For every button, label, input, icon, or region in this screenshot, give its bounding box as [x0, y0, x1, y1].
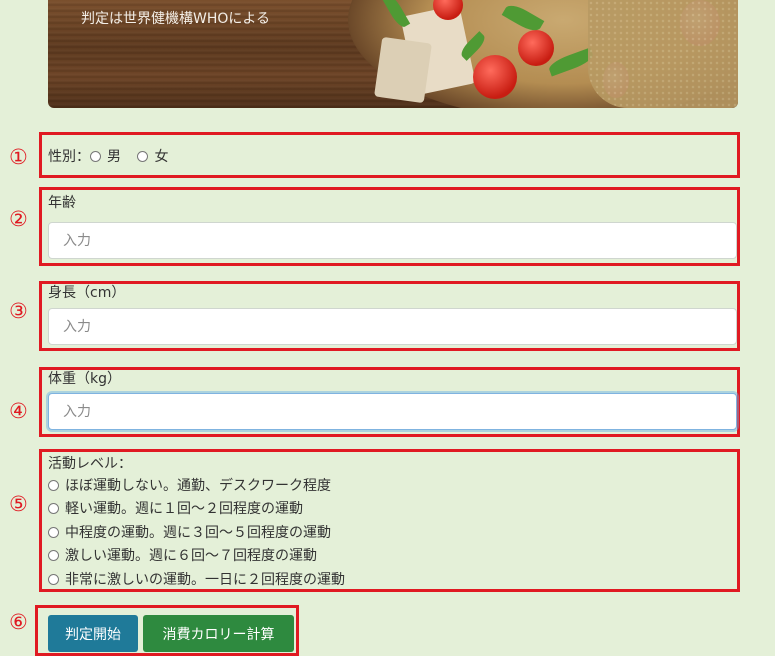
hero-image: 判定は世界健機構WHOによる [48, 0, 738, 108]
age-label: 年齢 [48, 195, 76, 211]
marker-6: ⑥ [9, 610, 28, 634]
hero-caption: 判定は世界健機構WHOによる [81, 11, 270, 27]
activity-option[interactable]: ほぼ運動しない。通勤、デスクワーク程度 [48, 475, 331, 495]
marker-5: ⑤ [9, 492, 28, 516]
age-input[interactable] [48, 222, 737, 259]
marker-2: ② [9, 207, 28, 231]
gender-option-female: 女 [154, 149, 169, 165]
gender-field: 性別： 男 女 [48, 146, 168, 166]
activity-option[interactable]: 激しい運動。週に６回〜７回程度の運動 [48, 545, 317, 565]
height-input[interactable] [48, 308, 737, 345]
quinoa [588, 0, 738, 108]
activity-option-label-2: 軽い運動。週に１回〜２回程度の運動 [65, 501, 303, 517]
marker-1: ① [9, 145, 28, 169]
judge-start-button[interactable]: 判定開始 [48, 615, 138, 652]
gender-label: 性別： [48, 149, 90, 165]
chicken-slice [374, 36, 432, 104]
activity-option-label-4: 激しい運動。週に６回〜７回程度の運動 [65, 548, 317, 564]
gender-radio-female[interactable] [137, 151, 149, 162]
activity-radio-3[interactable] [48, 527, 59, 538]
marker-3: ③ [9, 299, 28, 323]
activity-radio-2[interactable] [48, 503, 59, 514]
activity-radio-1[interactable] [48, 480, 59, 491]
activity-radio-5[interactable] [48, 574, 59, 585]
weight-input[interactable] [48, 393, 737, 430]
activity-option-label-3: 中程度の運動。週に３回〜５回程度の運動 [65, 525, 331, 541]
activity-option-label-1: ほぼ運動しない。通勤、デスクワーク程度 [65, 478, 331, 494]
weight-label: 体重（kg） [48, 371, 121, 387]
activity-option[interactable]: 軽い運動。週に１回〜２回程度の運動 [48, 498, 303, 518]
activity-label: 活動レベル： [48, 456, 132, 472]
tomato [473, 55, 517, 99]
activity-option-label-5: 非常に激しいの運動。一日に２回程度の運動 [65, 572, 345, 588]
activity-option[interactable]: 非常に激しいの運動。一日に２回程度の運動 [48, 569, 345, 589]
activity-radio-4[interactable] [48, 550, 59, 561]
marker-4: ④ [9, 399, 28, 423]
gender-radio-male[interactable] [90, 151, 101, 162]
tomato [518, 30, 554, 66]
height-label: 身長（cm） [48, 285, 126, 301]
activity-option[interactable]: 中程度の運動。週に３回〜５回程度の運動 [48, 522, 331, 542]
gender-option-male: 男 [107, 149, 121, 165]
calorie-calc-button[interactable]: 消費カロリー計算 [143, 615, 294, 652]
